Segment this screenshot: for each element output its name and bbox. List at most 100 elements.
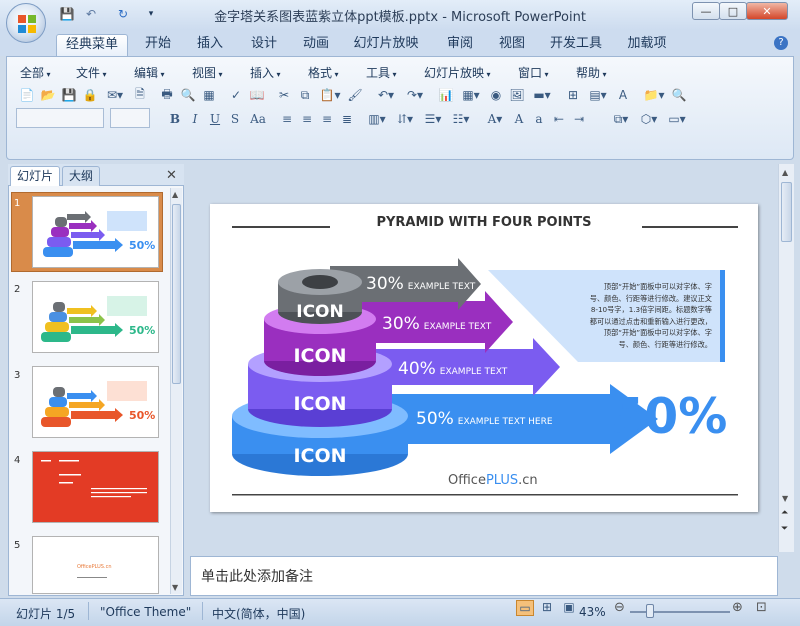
slideshow-view-icon[interactable]: ▣ [560, 600, 578, 616]
qat-customize-icon[interactable]: ▾ [142, 6, 160, 22]
menu-all[interactable]: 全部 [20, 64, 51, 81]
font-color-icon[interactable]: A▾ [482, 110, 508, 128]
clipart-icon[interactable]: ◉ [487, 86, 505, 104]
tab-slideshow[interactable]: 幻灯片放映 [350, 34, 422, 56]
font-size-combo[interactable] [110, 108, 150, 128]
justify-icon[interactable]: ≣ [338, 110, 356, 128]
slide-thumbnail-1[interactable]: 50% [32, 196, 159, 268]
new-icon[interactable]: 📄 [18, 86, 36, 104]
fill-color-icon[interactable]: ▬▾ [529, 86, 555, 104]
menu-edit[interactable]: 编辑 [134, 64, 165, 81]
menu-file[interactable]: 文件 [76, 64, 107, 81]
tab-addins[interactable]: 加载项 [622, 34, 672, 56]
redo-icon[interactable]: ↻ [114, 6, 132, 22]
spelling-icon[interactable]: ✓ [227, 86, 245, 104]
menu-tools[interactable]: 工具 [366, 64, 397, 81]
menu-help[interactable]: 帮助 [576, 64, 607, 81]
table-icon[interactable]: ▦▾ [458, 86, 484, 104]
layout-icon[interactable]: ▦ [200, 86, 218, 104]
zoom-slider-thumb[interactable] [646, 604, 654, 618]
slide-thumbnail-4[interactable] [32, 451, 159, 523]
new-slide-icon[interactable]: ⊞ [564, 86, 582, 104]
open-icon[interactable]: 📂 [39, 86, 57, 104]
numbering-icon[interactable]: ☷▾ [448, 110, 474, 128]
slide-sorter-icon[interactable]: ⊞ [538, 600, 556, 616]
align-center-icon[interactable]: ≡ [298, 110, 316, 128]
bold-icon[interactable]: B [166, 110, 184, 128]
save-icon[interactable]: 💾 [60, 86, 78, 104]
close-button[interactable]: ✕ [746, 2, 788, 20]
minimize-button[interactable]: — [692, 2, 720, 20]
preview-icon[interactable]: 🔍 [179, 86, 197, 104]
normal-view-icon[interactable]: ▭ [516, 600, 534, 616]
textbox-icon[interactable]: A [614, 86, 632, 104]
fit-to-window-icon[interactable]: ⊡ [756, 600, 767, 615]
underline-icon[interactable]: U [206, 110, 224, 128]
previous-slide-icon[interactable]: ⏶ [781, 508, 788, 518]
italic-icon[interactable]: I [186, 110, 204, 128]
close-pane-icon[interactable]: ✕ [166, 168, 177, 183]
menu-insert[interactable]: 插入 [250, 64, 281, 81]
align-right-icon[interactable]: ≡ [318, 110, 336, 128]
tab-insert[interactable]: 插入 [190, 34, 230, 56]
decrease-indent-icon[interactable]: ⇤ [550, 110, 568, 128]
paste-icon[interactable]: 📋▾ [317, 86, 343, 104]
align-left-icon[interactable]: ≡ [278, 110, 296, 128]
shadow-icon[interactable]: S [226, 110, 244, 128]
slide-canvas[interactable]: PYRAMID WITH FOUR POINTS ICON ICON ICON … [210, 204, 758, 512]
font-name-combo[interactable] [16, 108, 104, 128]
slide-layout-icon[interactable]: ▤▾ [585, 86, 611, 104]
tab-design[interactable]: 设计 [244, 34, 284, 56]
print-preview-icon[interactable]: 🗎 [131, 86, 149, 104]
increase-indent-icon[interactable]: ⇥ [570, 110, 588, 128]
shapes-icon[interactable]: ⬡▾ [636, 110, 662, 128]
email-icon[interactable]: ✉▾ [102, 86, 128, 104]
folder-icon[interactable]: 📁▾ [641, 86, 667, 104]
redo-dropdown-icon[interactable]: ↷▾ [402, 86, 428, 104]
tab-developer[interactable]: 开发工具 [546, 34, 606, 56]
decrease-font-icon[interactable]: a [530, 110, 548, 128]
tab-outline[interactable]: 大纲 [62, 166, 101, 186]
quick-styles-icon[interactable]: ▭▾ [664, 110, 690, 128]
permission-icon[interactable]: 🔒 [81, 86, 99, 104]
slide-thumbnail-3[interactable]: 50% [32, 366, 159, 438]
arrange-icon[interactable]: ⧉▾ [608, 110, 634, 128]
office-button[interactable] [6, 3, 46, 43]
menu-window[interactable]: 窗口 [518, 64, 549, 81]
tab-classic-menu[interactable]: 经典菜单 [56, 34, 128, 56]
increase-font-icon[interactable]: A [510, 110, 528, 128]
print-icon[interactable]: 🖶 [158, 86, 176, 104]
menu-slideshow[interactable]: 幻灯片放映 [424, 64, 491, 81]
cut-icon[interactable]: ✂ [275, 86, 293, 104]
slides-pane-scrollbar[interactable]: ▲ ▼ [170, 188, 182, 594]
zoom-icon[interactable]: 🔍 [670, 86, 688, 104]
undo-icon[interactable]: ↶ [82, 6, 100, 22]
menu-format[interactable]: 格式 [308, 64, 339, 81]
slide-thumbnail-5[interactable]: OfficePLUS.cn [32, 536, 159, 594]
copy-icon[interactable]: ⧉ [296, 86, 314, 104]
tab-home[interactable]: 开始 [138, 34, 178, 56]
columns-icon[interactable]: ▥▾ [364, 110, 390, 128]
tab-animation[interactable]: 动画 [296, 34, 336, 56]
maximize-button[interactable]: □ [719, 2, 747, 20]
notes-pane[interactable]: 单击此处添加备注 [190, 556, 778, 596]
slide-scrollbar[interactable]: ▲ ▼ ⏶ ⏷ [778, 164, 794, 552]
menu-view[interactable]: 视图 [192, 64, 223, 81]
zoom-in-icon[interactable]: ⊕ [732, 600, 743, 615]
next-slide-icon[interactable]: ⏷ [781, 524, 788, 534]
tab-review[interactable]: 审阅 [440, 34, 480, 56]
research-icon[interactable]: 📖 [248, 86, 266, 104]
status-language[interactable]: 中文(简体，中国) [212, 605, 305, 622]
picture-icon[interactable]: 🖼 [508, 86, 526, 104]
save-icon[interactable]: 💾 [58, 6, 76, 22]
zoom-out-icon[interactable]: ⊖ [614, 600, 625, 615]
help-icon[interactable]: ? [774, 36, 788, 50]
undo-dropdown-icon[interactable]: ↶▾ [373, 86, 399, 104]
zoom-slider-track[interactable] [630, 611, 730, 613]
tab-slides[interactable]: 幻灯片 [10, 166, 61, 186]
slide-thumbnail-2[interactable]: 50% [32, 281, 159, 353]
format-painter-icon[interactable]: 🖌 [346, 86, 364, 104]
text-direction-icon[interactable]: ⇵▾ [392, 110, 418, 128]
chart-icon[interactable]: 📊 [437, 86, 455, 104]
tab-view[interactable]: 视图 [492, 34, 532, 56]
